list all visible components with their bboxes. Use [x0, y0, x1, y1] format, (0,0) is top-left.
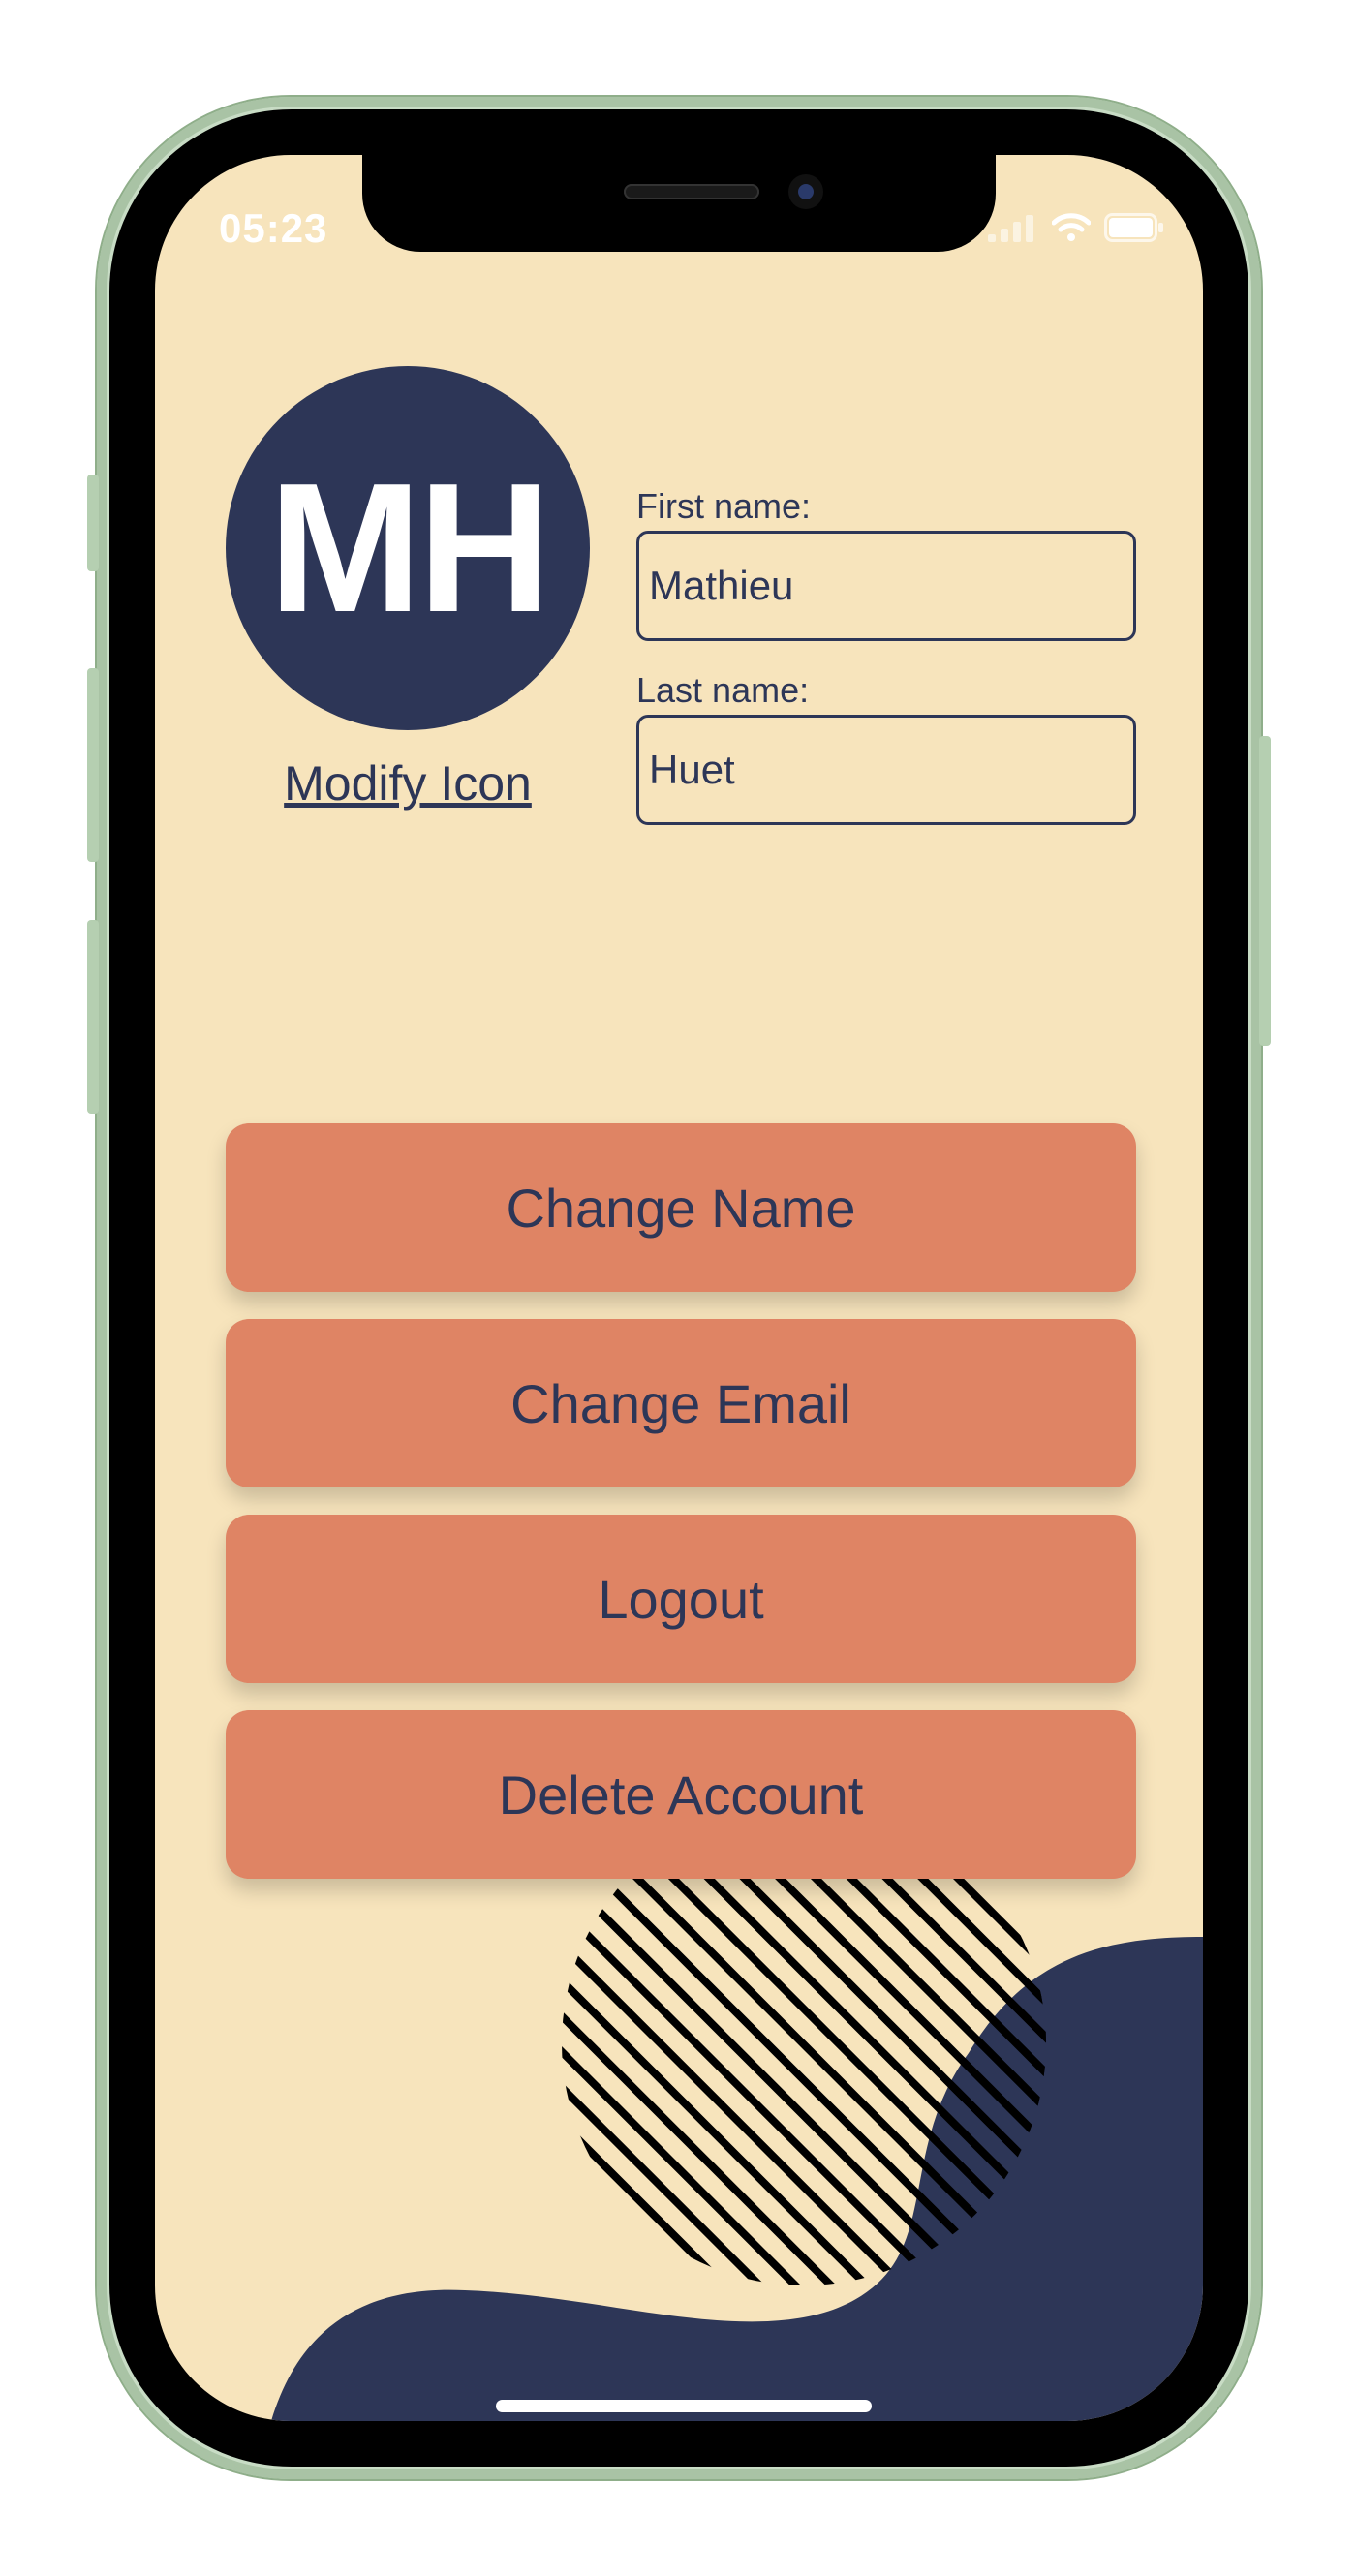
signal-icon [988, 215, 1033, 242]
logout-button[interactable]: Logout [226, 1515, 1136, 1683]
last-name-label: Last name: [636, 670, 810, 710]
speaker [624, 184, 759, 199]
modify-icon-link[interactable]: Modify Icon [226, 755, 590, 812]
status-icons [988, 211, 1164, 242]
first-name-field[interactable] [636, 531, 1136, 641]
change-email-button[interactable]: Change Email [226, 1319, 1136, 1487]
first-name-label: First name: [636, 486, 812, 526]
side-button-power [1259, 736, 1271, 1046]
home-indicator[interactable] [496, 2400, 872, 2412]
wifi-icon [1052, 213, 1091, 241]
side-button-volume-down [87, 920, 99, 1114]
side-button-mute [87, 475, 99, 571]
notch [362, 155, 996, 252]
side-button-volume-up [87, 668, 99, 862]
last-name-field[interactable] [636, 715, 1136, 825]
screen: 05:23 MH Modify Icon First name: Last na… [155, 155, 1203, 2421]
avatar[interactable]: MH [226, 366, 590, 730]
status-time: 05:23 [219, 205, 328, 251]
delete-account-button[interactable]: Delete Account [226, 1710, 1136, 1879]
front-camera [788, 174, 823, 209]
battery-icon [1104, 213, 1163, 242]
change-name-button[interactable]: Change Name [226, 1123, 1136, 1292]
